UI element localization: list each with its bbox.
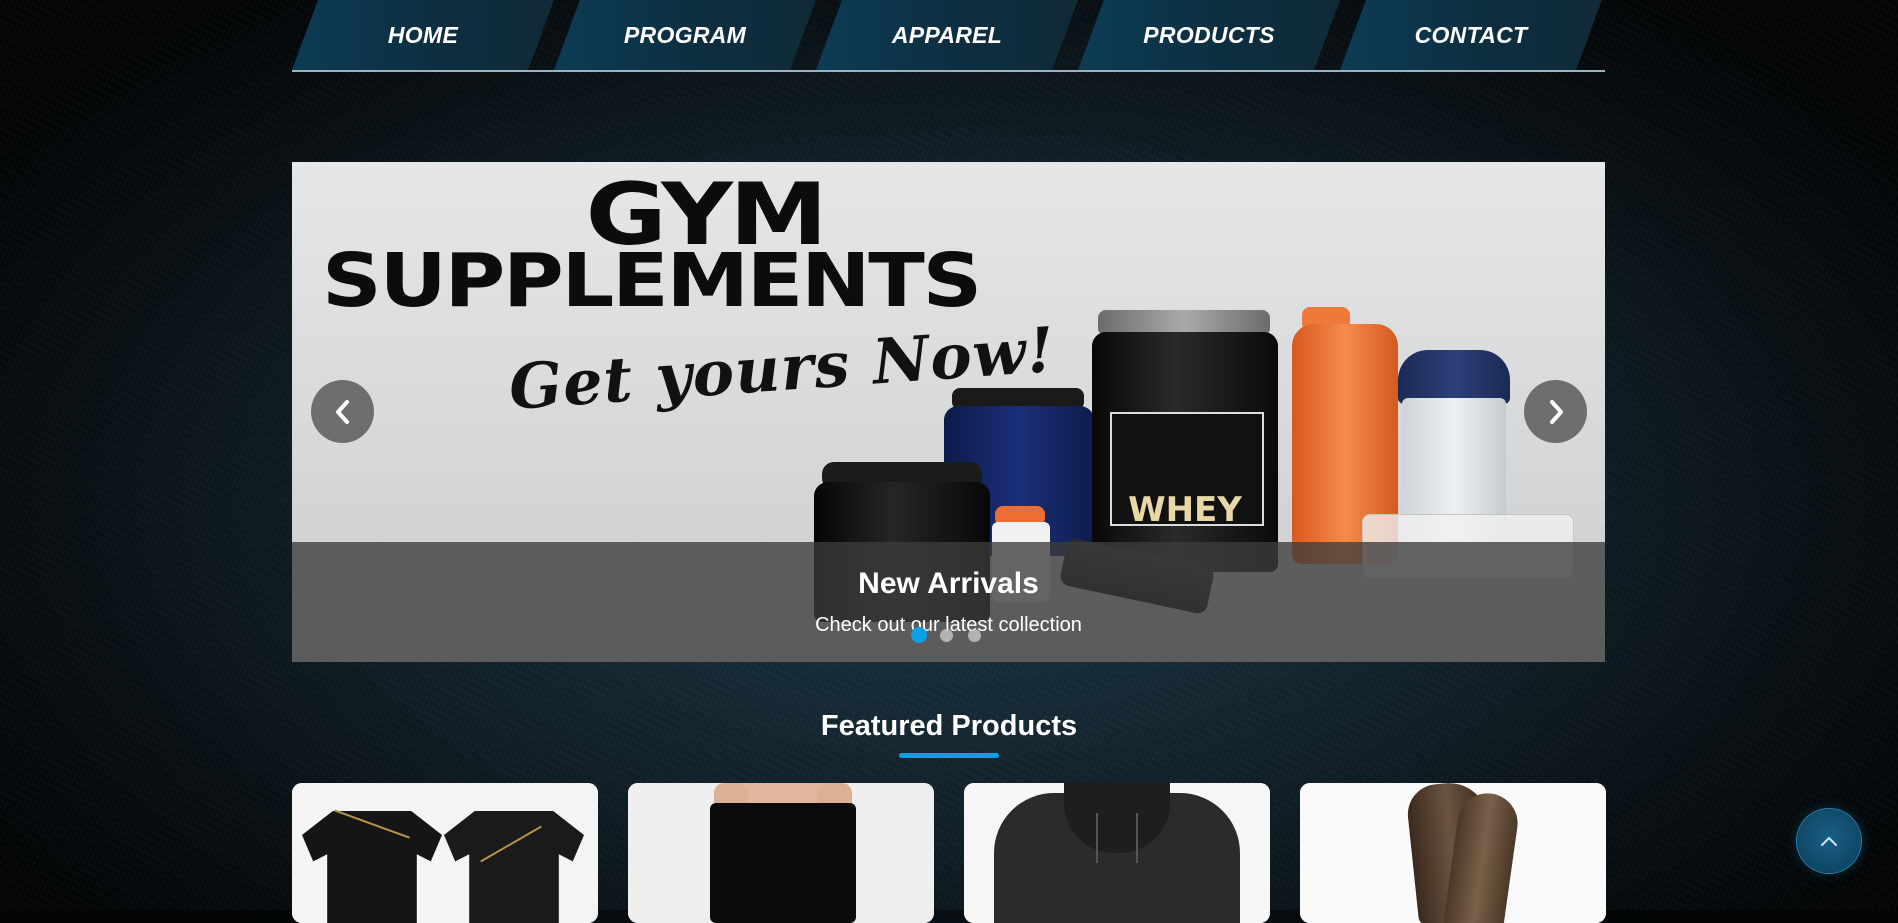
main-nav: HOME PROGRAM APPAREL PRODUCTS CONTACT: [292, 0, 1605, 72]
product-card-tshirt[interactable]: [292, 783, 598, 923]
heading-underline: [899, 753, 999, 758]
nav-item-contact[interactable]: CONTACT: [1340, 0, 1602, 70]
nav-item-label: CONTACT: [1414, 21, 1528, 48]
product-card-hoodie[interactable]: [964, 783, 1270, 923]
hero-slider: GYM SUPPLEMENTS Get yours Now! WHEY New …: [292, 162, 1605, 662]
slide-caption-title: New Arrivals: [858, 567, 1039, 600]
banner-heading-line2: SUPPLEMENTS: [322, 238, 982, 324]
slider-dot-2[interactable]: [940, 629, 953, 642]
slider-dot-3[interactable]: [968, 629, 981, 642]
nav-item-home[interactable]: HOME: [292, 0, 554, 70]
product-card-leggings[interactable]: [1300, 783, 1606, 923]
slider-next-button[interactable]: [1524, 380, 1587, 443]
product-image-shorts: [628, 783, 934, 923]
product-image-tshirt: [292, 783, 598, 923]
chevron-up-icon: [1821, 837, 1837, 846]
nav-item-label: PROGRAM: [623, 21, 747, 48]
nav-item-program[interactable]: PROGRAM: [554, 0, 816, 70]
product-image-leggings: [1300, 783, 1606, 923]
nav-item-label: PRODUCTS: [1143, 21, 1275, 48]
nav-item-apparel[interactable]: APPAREL: [816, 0, 1078, 70]
product-card-shorts[interactable]: [628, 783, 934, 923]
slide-caption: [292, 542, 1605, 662]
slider-prev-button[interactable]: [311, 380, 374, 443]
featured-products-heading: Featured Products: [820, 710, 1078, 742]
chevron-right-icon: [1549, 399, 1563, 424]
nav-item-label: HOME: [387, 21, 459, 48]
whey-label: WHEY: [1128, 490, 1242, 530]
chevron-left-icon: [335, 399, 349, 424]
product-image-hoodie: [964, 783, 1270, 923]
slider-dot-1[interactable]: [911, 627, 927, 643]
nav-item-label: APPAREL: [891, 21, 1003, 48]
nav-item-products[interactable]: PRODUCTS: [1078, 0, 1340, 70]
scroll-to-top-button[interactable]: [1797, 809, 1861, 873]
